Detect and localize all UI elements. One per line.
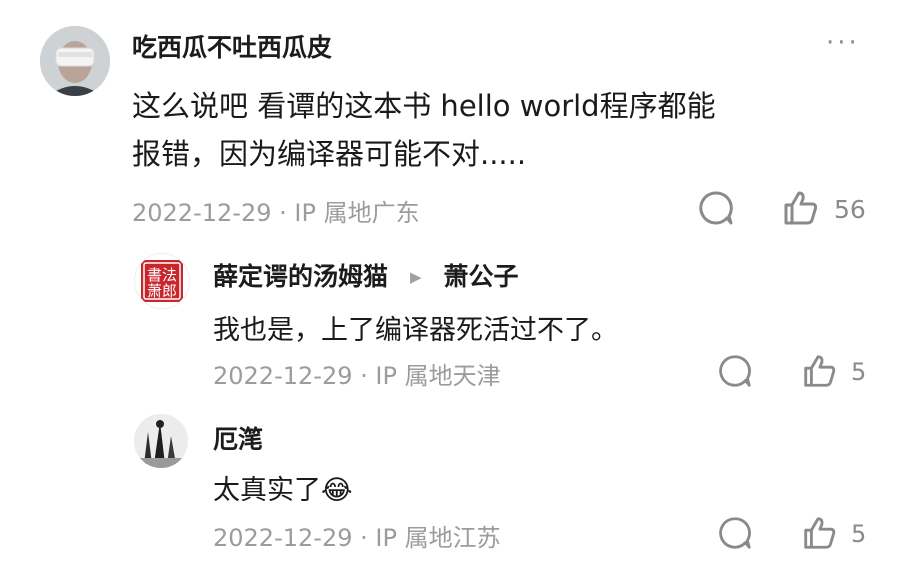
seal-stamp-avatar-icon: 書法 萧郎 bbox=[141, 260, 183, 302]
reply-arrow-icon: ▶ bbox=[409, 268, 422, 286]
comment-text-line-1: 这么说吧 看谭的这本书 hello world程序都能 bbox=[132, 89, 716, 123]
meta-separator: · bbox=[360, 362, 376, 390]
comment-location: IP 属地广东 bbox=[294, 199, 420, 227]
meta-separator: · bbox=[279, 199, 295, 227]
reply-header: 薛定谔的汤姆猫 ▶ 萧公子 bbox=[213, 257, 518, 293]
bw-figures-avatar-icon bbox=[134, 414, 188, 468]
comment-meta: 2022-12-29 · IP 属地广东 bbox=[132, 193, 420, 228]
reply-date: 2022-12-29 bbox=[213, 362, 353, 390]
reply-meta: 2022-12-29 · IP 属地江苏 bbox=[213, 518, 501, 553]
reply-avatar[interactable]: 書法 萧郎 bbox=[134, 253, 190, 309]
reply-date: 2022-12-29 bbox=[213, 524, 353, 552]
like-count: 56 bbox=[834, 195, 866, 224]
more-options-icon[interactable]: ··· bbox=[826, 28, 860, 58]
like-thumb-icon[interactable] bbox=[800, 514, 838, 552]
like-count: 5 bbox=[851, 520, 867, 548]
user-avatar[interactable] bbox=[40, 26, 110, 96]
reply-bubble-icon[interactable] bbox=[696, 188, 736, 228]
reply-to-username[interactable]: 萧公子 bbox=[443, 262, 518, 291]
comment-date: 2022-12-29 bbox=[132, 199, 272, 227]
svg-text:萧郎: 萧郎 bbox=[147, 282, 177, 300]
reply-username[interactable]: 厄滗 bbox=[213, 420, 263, 456]
like-thumb-icon[interactable] bbox=[800, 352, 838, 390]
meta-separator: · bbox=[360, 524, 376, 552]
reply-text: 太真实了 bbox=[213, 475, 321, 506]
reply-text: 我也是，上了编译器死活过不了。 bbox=[213, 315, 618, 346]
reply-avatar[interactable] bbox=[134, 414, 188, 468]
comment-username[interactable]: 吃西瓜不吐西瓜皮 bbox=[132, 28, 332, 64]
laughing-crying-emoji-icon: 😂 bbox=[321, 475, 353, 506]
reply-location: IP 属地天津 bbox=[375, 362, 501, 390]
comment-text-line-2: 报错，因为编译器可能不对..... bbox=[132, 137, 527, 171]
reply-location: IP 属地江苏 bbox=[375, 524, 501, 552]
reply-meta: 2022-12-29 · IP 属地天津 bbox=[213, 356, 501, 391]
like-count: 5 bbox=[851, 358, 867, 386]
like-thumb-icon[interactable] bbox=[780, 188, 820, 228]
reply-bubble-icon[interactable] bbox=[716, 352, 754, 390]
reply-username[interactable]: 薛定谔的汤姆猫 bbox=[213, 262, 388, 291]
reply-bubble-icon[interactable] bbox=[716, 514, 754, 552]
reply-text-row: 太真实了😂 bbox=[213, 468, 353, 507]
vr-headset-person-avatar-icon bbox=[40, 26, 110, 96]
